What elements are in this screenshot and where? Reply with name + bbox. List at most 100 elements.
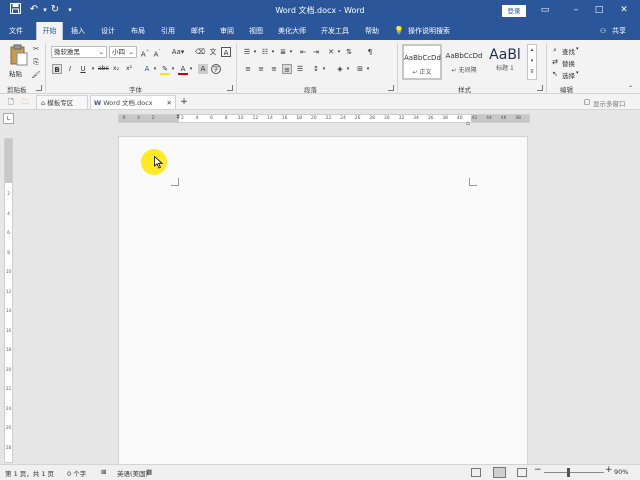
- tab-insert[interactable]: 插入: [66, 22, 90, 40]
- tab-mailings[interactable]: 邮件: [186, 22, 210, 40]
- document-page[interactable]: [118, 136, 528, 466]
- right-indent-marker-icon[interactable]: ⌂: [466, 120, 470, 127]
- paragraph-launcher-icon[interactable]: [388, 85, 394, 91]
- italic-icon[interactable]: I: [65, 64, 75, 74]
- zoom-out-icon[interactable]: −: [534, 465, 542, 475]
- font-name-select[interactable]: 微软雅黑 ⌄: [51, 46, 107, 58]
- horizontal-ruler[interactable]: 6 4 2 2 4 6 8 10 12 14 16 18 20 22 24 26 28 30 32 34 36 38 40 4…: [118, 113, 530, 127]
- chinese-layout-dropdown-icon[interactable]: ▾: [334, 47, 344, 57]
- find-button[interactable]: 查找: [562, 46, 575, 56]
- line-spacing-dropdown-icon[interactable]: ▾: [319, 64, 329, 74]
- print-layout-icon[interactable]: [493, 467, 506, 478]
- bold-icon[interactable]: B: [52, 64, 62, 74]
- styles-launcher-icon[interactable]: [537, 85, 543, 91]
- character-shading-icon[interactable]: A: [198, 64, 208, 74]
- minimize-icon[interactable]: –: [567, 3, 585, 17]
- text-effects-dropdown-icon[interactable]: ▾: [150, 64, 160, 74]
- find-icon[interactable]: ⌕: [550, 45, 560, 55]
- paste-icon[interactable]: [8, 44, 28, 66]
- format-painter-icon[interactable]: 🖌: [31, 70, 41, 80]
- new-tab-icon[interactable]: +: [179, 97, 189, 107]
- zoom-in-icon[interactable]: +: [605, 465, 613, 475]
- phonetic-guide-icon[interactable]: 文: [208, 47, 218, 57]
- zoom-slider[interactable]: [544, 472, 604, 473]
- shrink-font-icon[interactable]: Aˇ: [152, 47, 162, 58]
- tab-document[interactable]: W Word 文档.docx ✕: [90, 95, 176, 110]
- tab-references[interactable]: 引用: [156, 22, 180, 40]
- login-button[interactable]: 登录: [502, 5, 526, 17]
- numbering-dropdown-icon[interactable]: ▾: [268, 47, 278, 57]
- zoom-level[interactable]: 90%: [614, 468, 628, 476]
- clear-formatting-icon[interactable]: ⌫: [195, 47, 205, 57]
- share-button[interactable]: 共享: [610, 22, 628, 40]
- character-border-icon[interactable]: A: [221, 47, 231, 57]
- tab-templates[interactable]: ⌂ 模板专区: [36, 95, 88, 110]
- replace-button[interactable]: 替换: [562, 58, 575, 68]
- tab-layout[interactable]: 布局: [126, 22, 150, 40]
- change-case-icon[interactable]: Aa▾: [170, 47, 186, 57]
- decrease-indent-icon[interactable]: ⇤: [298, 47, 308, 57]
- font-color-dropdown-icon[interactable]: ▾: [186, 64, 196, 74]
- sort-icon[interactable]: ⇅: [344, 47, 354, 57]
- tab-stop-selector[interactable]: ∟: [3, 113, 14, 124]
- clipboard-launcher-icon[interactable]: [36, 85, 42, 91]
- styles-scroll[interactable]: ▴ ▾ ⊽: [527, 44, 537, 80]
- maximize-icon[interactable]: □: [590, 3, 608, 17]
- increase-indent-icon[interactable]: ⇥: [311, 47, 321, 57]
- enclose-characters-icon[interactable]: 字: [211, 64, 221, 74]
- zoom-slider-thumb[interactable]: [567, 468, 570, 477]
- word-count[interactable]: 0 个字: [67, 468, 86, 478]
- macro-record-icon[interactable]: ▦: [146, 468, 152, 476]
- vertical-ruler[interactable]: 2 4 6 8 10 12 14 16 18 20 22 24 26 28: [4, 138, 13, 463]
- style-normal[interactable]: AaBbCcDd ↵ 正文: [402, 44, 442, 80]
- web-layout-icon[interactable]: [517, 468, 527, 477]
- tab-view[interactable]: 视图: [244, 22, 268, 40]
- tab-help[interactable]: 帮助: [360, 22, 384, 40]
- close-tab-icon[interactable]: ✕: [167, 96, 172, 110]
- distributed-icon[interactable]: ☰: [295, 64, 305, 74]
- spelling-check-icon[interactable]: ⊠: [101, 468, 106, 476]
- tab-developer[interactable]: 开发工具: [318, 22, 352, 40]
- style-no-spacing[interactable]: AaBbCcDd ↵ 无间隔: [444, 44, 484, 80]
- tab-review[interactable]: 审阅: [215, 22, 239, 40]
- copy-icon[interactable]: ⎘: [31, 57, 41, 67]
- superscript-icon[interactable]: x²: [124, 64, 134, 74]
- paste-button[interactable]: 粘贴: [9, 68, 22, 78]
- vertical-scrollbar[interactable]: [631, 130, 640, 464]
- multi-window-icon[interactable]: ▢: [582, 97, 592, 107]
- strikethrough-icon[interactable]: abc: [98, 64, 109, 74]
- select-icon[interactable]: ↖: [550, 69, 560, 79]
- show-marks-icon[interactable]: ¶: [365, 47, 375, 57]
- justify-icon[interactable]: ≡: [282, 64, 292, 74]
- read-mode-icon[interactable]: [471, 468, 481, 477]
- align-left-icon[interactable]: ≡: [243, 64, 253, 74]
- find-dropdown-icon[interactable]: ▾: [576, 46, 579, 52]
- multilevel-dropdown-icon[interactable]: ▾: [286, 47, 296, 57]
- tell-me-search[interactable]: 操作说明搜索: [408, 22, 468, 40]
- open-folder-icon[interactable]: 🗀: [20, 97, 30, 107]
- cut-icon[interactable]: ✂: [31, 44, 41, 54]
- select-dropdown-icon[interactable]: ▾: [576, 70, 579, 76]
- grow-font-icon[interactable]: A^: [140, 47, 150, 58]
- align-center-icon[interactable]: ≡: [256, 64, 266, 74]
- page-count[interactable]: 第 1 页，共 1 页: [5, 468, 54, 478]
- replace-icon[interactable]: ⇄: [550, 57, 560, 67]
- ribbon-display-options-icon[interactable]: ▭: [536, 3, 554, 17]
- subscript-icon[interactable]: x₂: [111, 64, 121, 74]
- font-size-select[interactable]: 小四 ⌄: [109, 46, 137, 58]
- underline-icon[interactable]: U: [78, 64, 88, 74]
- collapse-ribbon-icon[interactable]: ⌃: [628, 85, 633, 92]
- tab-design[interactable]: 设计: [96, 22, 120, 40]
- align-right-icon[interactable]: ≡: [269, 64, 279, 74]
- bullets-dropdown-icon[interactable]: ▾: [250, 47, 260, 57]
- indent-marker-icon[interactable]: ⧗: [176, 113, 180, 121]
- select-button[interactable]: 选择: [562, 70, 575, 80]
- font-launcher-icon[interactable]: [227, 85, 233, 91]
- new-doc-icon[interactable]: 🗋: [6, 97, 16, 107]
- shading-dropdown-icon[interactable]: ▾: [343, 64, 353, 74]
- tab-home[interactable]: 开始: [36, 22, 63, 40]
- multi-window-button[interactable]: 显示多窗口: [593, 98, 626, 108]
- language[interactable]: 英语(美国): [117, 468, 148, 478]
- style-heading-1[interactable]: AaBl 标题 1: [486, 44, 524, 80]
- tab-beautify[interactable]: 美化大师: [274, 22, 310, 40]
